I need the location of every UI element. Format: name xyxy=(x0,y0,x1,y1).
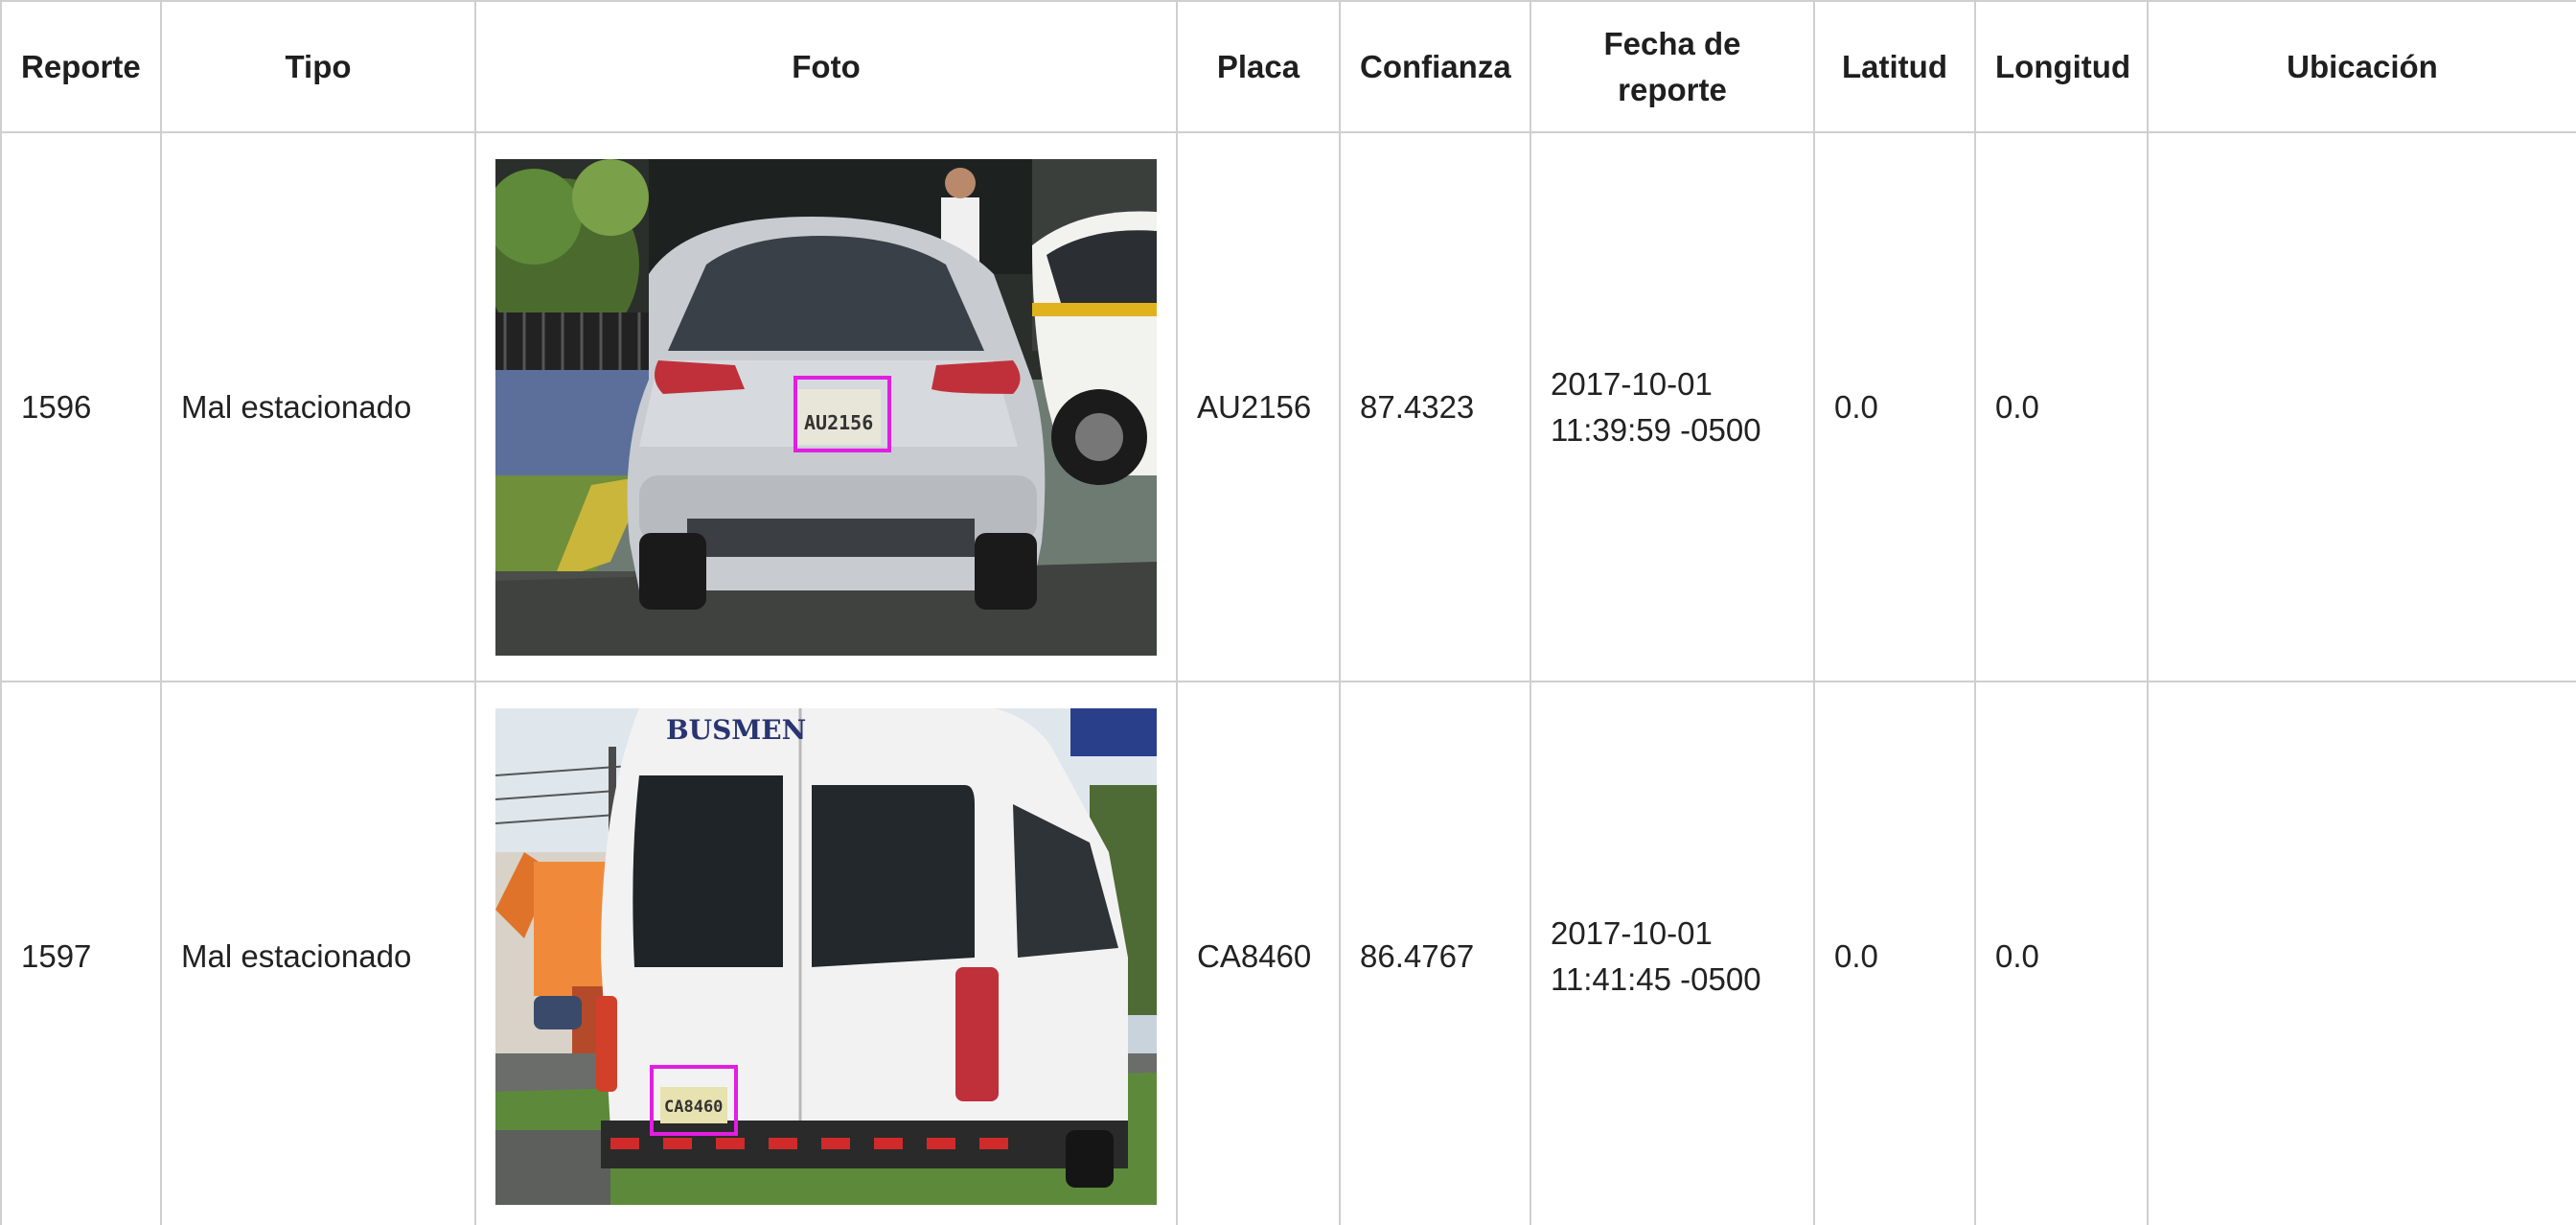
cell-reporte: 1597 xyxy=(0,681,162,1225)
plate-text-1: AU2156 xyxy=(804,411,873,434)
cell-tipo: Mal estacionado xyxy=(160,131,476,682)
header-foto: Foto xyxy=(474,0,1178,133)
header-fecha-de-reporte: Fecha de reporte xyxy=(1530,0,1815,133)
header-tipo: Tipo xyxy=(160,0,476,133)
cell-ubicacion xyxy=(2147,131,2576,682)
cell-foto: BUSMEN CA8460 xyxy=(474,681,1178,1225)
cell-fecha: 2017-10-01 11:39:59 -0500 xyxy=(1530,131,1815,682)
cell-confianza: 87.4323 xyxy=(1339,131,1531,682)
header-confianza: Confianza xyxy=(1339,0,1531,133)
fecha-time: 11:39:59 -0500 xyxy=(1551,411,1761,448)
cell-latitud: 0.0 xyxy=(1813,681,1976,1225)
fecha-date: 2017-10-01 xyxy=(1551,914,1713,951)
cell-longitud: 0.0 xyxy=(1974,681,2149,1225)
header-reporte: Reporte xyxy=(0,0,162,133)
header-fecha-line2: reporte xyxy=(1618,71,1727,107)
suv-photo-illustration: AU2156 xyxy=(495,158,1157,656)
busmen-logo-text: BUSMEN xyxy=(666,714,806,746)
header-longitud: Longitud xyxy=(1974,0,2149,133)
header-placa: Placa xyxy=(1176,0,1341,133)
header-fecha-line1: Fecha de xyxy=(1603,25,1741,61)
table-row: 1596 Mal estacionado AU2156 AU2156 87.43… xyxy=(0,131,2576,682)
header-ubicacion: Ubicación xyxy=(2147,0,2576,133)
vehicle-photo[interactable]: AU2156 xyxy=(495,158,1157,656)
fecha-date: 2017-10-01 xyxy=(1551,365,1713,402)
header-latitud: Latitud xyxy=(1813,0,1976,133)
cell-fecha: 2017-10-01 11:41:45 -0500 xyxy=(1530,681,1815,1225)
fecha-time: 11:41:45 -0500 xyxy=(1551,960,1761,997)
cell-longitud: 0.0 xyxy=(1974,131,2149,682)
cell-latitud: 0.0 xyxy=(1813,131,1976,682)
van-photo-illustration: BUSMEN CA8460 xyxy=(495,707,1157,1205)
cell-confianza: 86.4767 xyxy=(1339,681,1531,1225)
vehicle-photo[interactable]: BUSMEN CA8460 xyxy=(495,707,1157,1205)
plate-text-2: CA8460 xyxy=(664,1098,723,1117)
table-header-row: Reporte Tipo Foto Placa Confianza Fecha … xyxy=(0,0,2576,133)
table-row: 1597 Mal estacionado BUSMEN CA8460 CA846… xyxy=(0,681,2576,1225)
cell-tipo: Mal estacionado xyxy=(160,681,476,1225)
cell-ubicacion xyxy=(2147,681,2576,1225)
cell-foto: AU2156 xyxy=(474,131,1178,682)
cell-reporte: 1596 xyxy=(0,131,162,682)
cell-placa: AU2156 xyxy=(1176,131,1341,682)
reports-table: Reporte Tipo Foto Placa Confianza Fecha … xyxy=(0,0,2576,1225)
cell-placa: CA8460 xyxy=(1176,681,1341,1225)
